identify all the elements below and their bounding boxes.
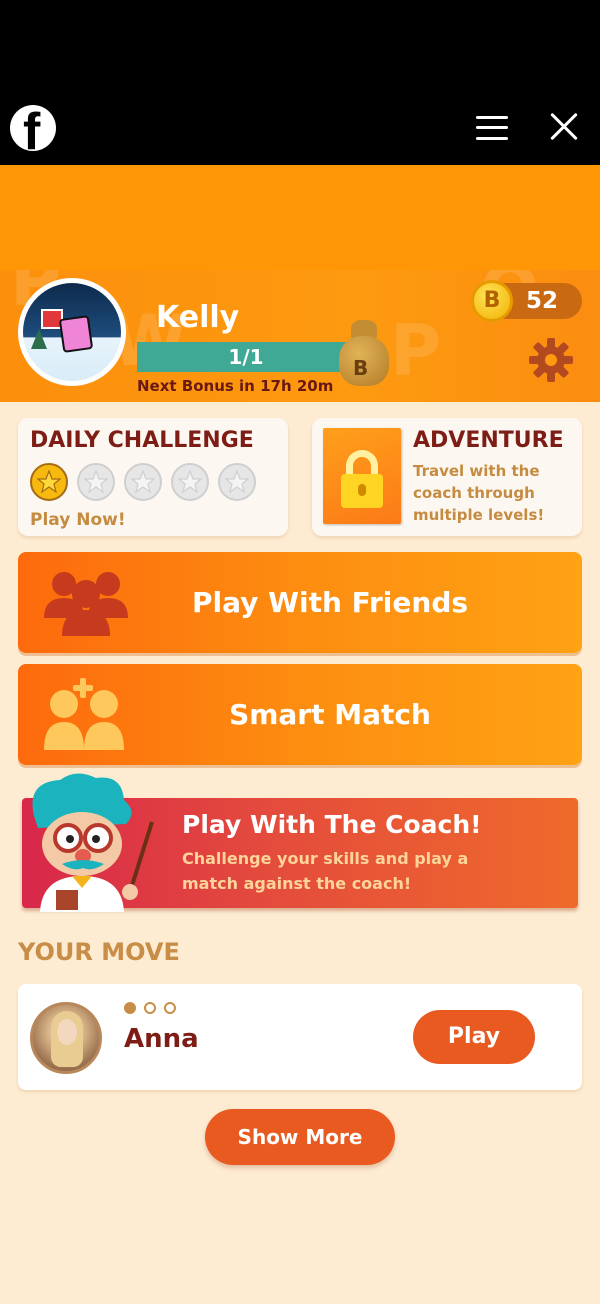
coin-icon: B	[471, 280, 513, 322]
turn-dot	[164, 1002, 176, 1014]
show-more-button[interactable]: Show More	[205, 1109, 395, 1165]
daily-challenge-play-now[interactable]: Play Now!	[30, 510, 126, 530]
coach-character-icon	[32, 773, 154, 912]
game-row[interactable]: Anna Play	[18, 984, 582, 1090]
player-name: Kelly	[156, 300, 240, 335]
coach-banner-title: Play With The Coach!	[182, 810, 482, 839]
settings-gear-icon[interactable]	[527, 336, 575, 384]
star-empty-icon	[218, 463, 256, 501]
smart-match-label: Smart Match	[229, 698, 431, 731]
your-move-heading: YOUR MOVE	[18, 938, 180, 966]
header-spacer	[0, 165, 600, 270]
coin-count: 52	[526, 288, 559, 314]
lock-icon	[323, 428, 401, 524]
profile-avatar[interactable]	[18, 278, 126, 386]
close-icon[interactable]	[548, 111, 580, 143]
adventure-card[interactable]: ADVENTURE Travel with the coach through …	[312, 418, 582, 536]
hamburger-menu-icon[interactable]	[476, 114, 508, 142]
opponent-name: Anna	[124, 1024, 199, 1054]
play-with-friends-button[interactable]: Play With Friends	[18, 552, 582, 653]
facebook-icon[interactable]: f	[10, 105, 56, 151]
star-empty-icon	[124, 463, 162, 501]
opponent-avatar	[30, 1002, 102, 1074]
smart-match-button[interactable]: Smart Match	[18, 664, 582, 765]
adventure-title: ADVENTURE	[413, 428, 564, 453]
bonus-progress-text: 1/1	[228, 345, 264, 369]
adventure-description: Travel with the coach through multiple l…	[413, 462, 545, 524]
star-empty-icon	[171, 463, 209, 501]
browser-top-bar: f	[0, 0, 600, 165]
next-bonus-timer: Next Bonus in 17h 20m	[137, 377, 334, 395]
play-with-friends-label: Play With Friends	[191, 586, 469, 619]
bonus-bag-icon[interactable]: B	[335, 320, 393, 388]
turn-dot	[144, 1002, 156, 1014]
play-game-button[interactable]: Play	[413, 1010, 535, 1064]
star-empty-icon	[77, 463, 115, 501]
star-earned-icon	[30, 463, 68, 501]
daily-challenge-card[interactable]: DAILY CHALLENGE Play Now!	[18, 418, 288, 536]
coach-banner-subtitle: Challenge your skills and play a match a…	[182, 849, 469, 893]
bonus-progress-bar: 1/1	[137, 342, 355, 372]
turn-dot	[124, 1002, 136, 1014]
daily-challenge-title: DAILY CHALLENGE	[30, 428, 254, 453]
